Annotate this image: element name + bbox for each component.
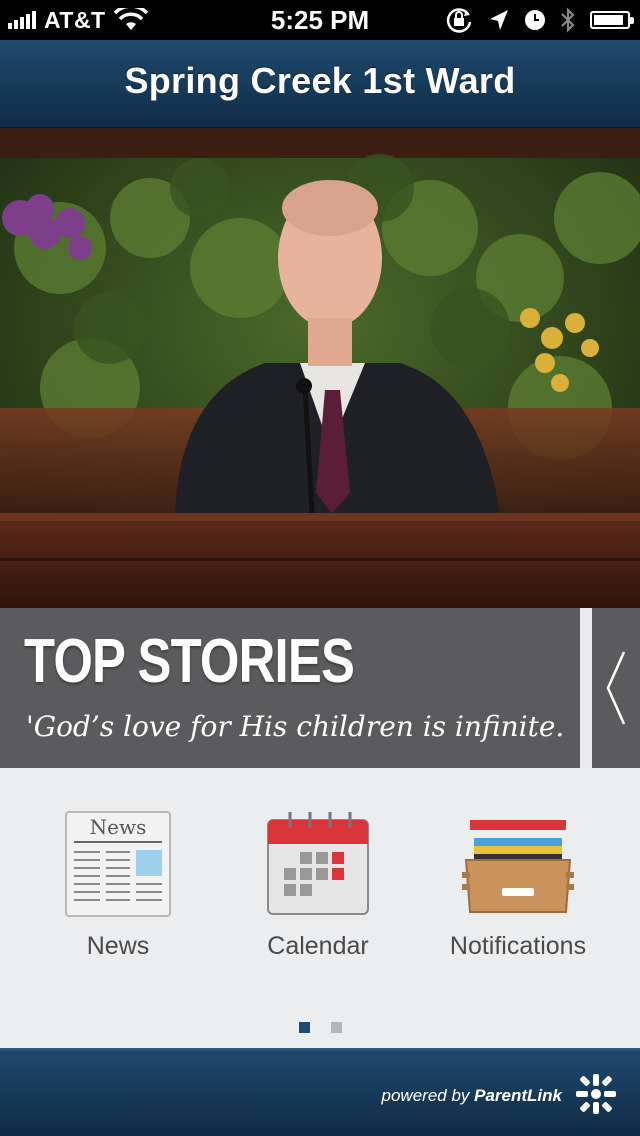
news-label: News bbox=[86, 932, 150, 960]
status-left: AT&T bbox=[8, 6, 148, 34]
notifications-tile[interactable]: Notifications bbox=[418, 808, 618, 1008]
notifications-label: Notifications bbox=[449, 932, 587, 960]
newspaper-masthead: News bbox=[90, 815, 147, 839]
carrier-label: AT&T bbox=[44, 6, 106, 33]
status-right bbox=[444, 6, 634, 34]
battery-icon bbox=[590, 11, 634, 29]
page-indicator[interactable] bbox=[0, 1022, 640, 1034]
stories-divider bbox=[580, 608, 592, 768]
nav-header: Spring Creek 1st Ward bbox=[0, 40, 640, 128]
news-tile[interactable]: News News bbox=[18, 808, 218, 1008]
launcher-grid: News News Calendar Notifications bbox=[0, 768, 640, 1048]
file-box-icon bbox=[462, 820, 574, 913]
stories-previous-button[interactable] bbox=[592, 608, 640, 768]
location-icon bbox=[490, 10, 508, 30]
speaker-photo bbox=[0, 128, 640, 608]
powered-by-prefix: powered by bbox=[381, 1086, 470, 1105]
status-bar: AT&T 5:25 PM bbox=[0, 0, 640, 40]
top-stories-heading: TOP STORIES bbox=[24, 627, 355, 696]
chevron-left-icon bbox=[606, 651, 626, 725]
calendar-icon bbox=[267, 812, 369, 915]
top-stories-quote[interactable]: 'God’s love for His children is infinite… bbox=[26, 710, 566, 743]
signal-icon bbox=[8, 11, 36, 29]
page-dot-2[interactable] bbox=[331, 1022, 342, 1033]
orientation-lock-icon bbox=[446, 8, 472, 33]
calendar-tile[interactable]: Calendar bbox=[218, 808, 418, 1008]
bluetooth-icon bbox=[561, 7, 575, 33]
page-dot-1[interactable] bbox=[299, 1022, 310, 1033]
footer-bar: powered by ParentLink bbox=[0, 1048, 640, 1136]
powered-by-brand: ParentLink bbox=[474, 1086, 562, 1105]
parentlink-logo-icon bbox=[576, 1074, 616, 1114]
top-stories-banner[interactable]: TOP STORIES 'God’s love for His children… bbox=[0, 608, 580, 768]
calendar-label: Calendar bbox=[267, 932, 369, 960]
powered-by-label: powered by ParentLink bbox=[382, 1086, 562, 1106]
wifi-icon bbox=[113, 8, 148, 30]
alarm-icon bbox=[525, 10, 545, 30]
page-title: Spring Creek 1st Ward bbox=[124, 60, 516, 101]
newspaper-icon: News bbox=[65, 811, 171, 917]
hero-image[interactable] bbox=[0, 128, 640, 608]
